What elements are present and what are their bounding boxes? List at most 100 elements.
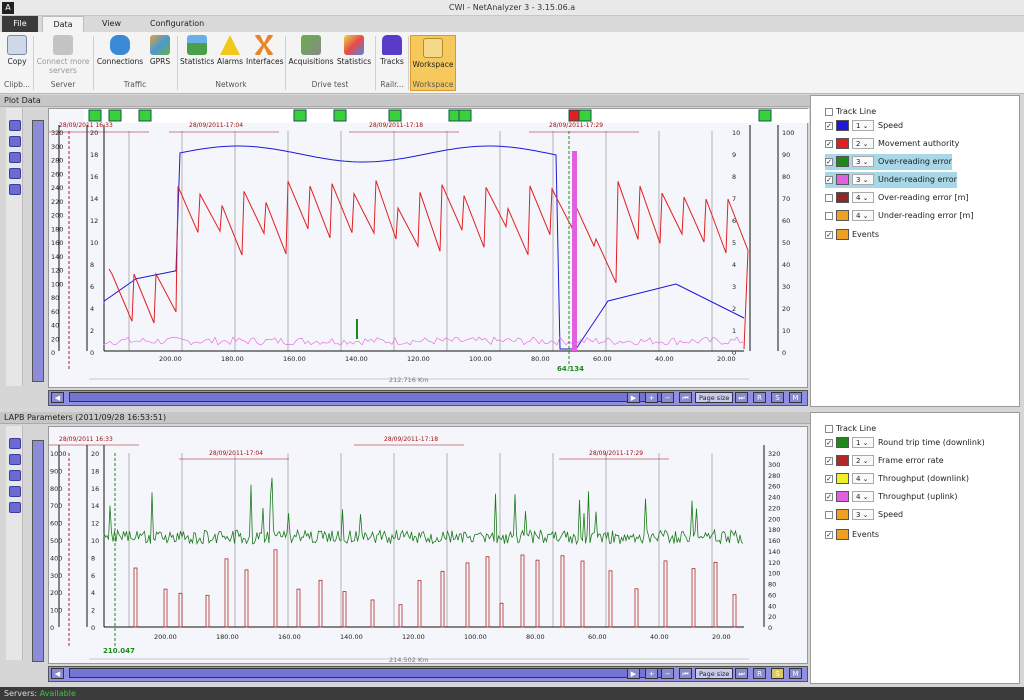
legend-color-swatch[interactable]: [836, 120, 849, 131]
legend-item[interactable]: 4 ⌄ Under-reading error [m]: [825, 208, 973, 224]
legend-item-checkbox[interactable]: ✓: [825, 438, 833, 447]
line-width-select[interactable]: 3 ⌄: [852, 174, 874, 185]
legend-item-checkbox[interactable]: [825, 211, 833, 220]
plot2-scroll-thumb[interactable]: [69, 668, 669, 678]
page-size-button[interactable]: Page size: [695, 392, 734, 403]
copy-button[interactable]: Copy: [3, 35, 31, 77]
events-checkbox[interactable]: ✓: [825, 230, 833, 239]
first-page-button[interactable]: ⏮: [679, 668, 692, 679]
tools-button[interactable]: [9, 152, 21, 163]
legend-item[interactable]: ✓ 2 ⌄ Movement authority: [825, 136, 959, 152]
zoom-button[interactable]: [9, 454, 21, 465]
zoom-in-button[interactable]: +: [645, 392, 658, 403]
settings-button[interactable]: [9, 184, 21, 195]
connect-more-servers-button[interactable]: Connect more servers: [36, 35, 90, 77]
legend-color-swatch[interactable]: [836, 138, 849, 149]
legend-item-checkbox[interactable]: ✓: [825, 139, 833, 148]
track-line-checkbox[interactable]: [825, 107, 833, 116]
line-width-select[interactable]: 1 ⌄: [852, 437, 874, 448]
legend-events[interactable]: ✓ Events: [825, 527, 879, 543]
scroll-right-button[interactable]: ▶: [627, 668, 640, 679]
gprs-button[interactable]: GPRS: [146, 35, 174, 77]
legend-events[interactable]: ✓ Events: [825, 227, 879, 243]
legend-item-checkbox[interactable]: ✓: [825, 474, 833, 483]
legend-item-checkbox[interactable]: ✓: [825, 456, 833, 465]
legend-color-swatch[interactable]: [836, 192, 849, 203]
plot2-vertical-scrollbar[interactable]: [32, 440, 44, 662]
first-page-button[interactable]: ⏮: [679, 392, 692, 403]
list-button[interactable]: [9, 168, 21, 179]
scroll-right-button[interactable]: ▶: [627, 392, 640, 403]
legend-item[interactable]: ✓ 4 ⌄ Throughput (uplink): [825, 489, 958, 505]
tab-data[interactable]: Data: [42, 16, 84, 32]
scroll-left-button[interactable]: ◀: [51, 392, 64, 403]
legend-item-checkbox[interactable]: ✓: [825, 492, 833, 501]
axis-button[interactable]: [9, 120, 21, 131]
legend-item[interactable]: ✓ 1 ⌄ Round trip time (downlink): [825, 435, 985, 451]
zoom-in-button[interactable]: +: [645, 668, 658, 679]
legend-color-swatch[interactable]: [836, 509, 849, 520]
line-width-select[interactable]: 3 ⌄: [852, 509, 874, 520]
legend-item-checkbox[interactable]: ✓: [825, 157, 833, 166]
tab-file[interactable]: File: [2, 16, 38, 32]
legend-item[interactable]: ✓ 1 ⌄ Speed: [825, 118, 903, 134]
last-page-button[interactable]: ⏭: [735, 668, 748, 679]
line-width-select[interactable]: 4 ⌄: [852, 491, 874, 502]
reset-button[interactable]: R: [753, 392, 766, 403]
page-size-button[interactable]: Page size: [695, 668, 734, 679]
legend-item[interactable]: 3 ⌄ Speed: [825, 507, 903, 523]
settings-button[interactable]: [9, 502, 21, 513]
x-tick-label: 180.00: [216, 633, 239, 641]
tab-view[interactable]: View: [92, 16, 131, 32]
line-width-select[interactable]: 2 ⌄: [852, 138, 874, 149]
tab-configuration[interactable]: Configuration: [140, 16, 214, 32]
legend-item[interactable]: ✓ 2 ⌄ Frame error rate: [825, 453, 944, 469]
tools-button[interactable]: [9, 470, 21, 481]
drive-test-statistics-button[interactable]: Statistics: [336, 35, 372, 77]
legend-color-swatch[interactable]: [836, 455, 849, 466]
sync-button[interactable]: S: [771, 392, 784, 403]
line-width-select[interactable]: 4 ⌄: [852, 473, 874, 484]
legend-item-checkbox[interactable]: [825, 193, 833, 202]
line-width-select[interactable]: 3 ⌄: [852, 156, 874, 167]
legend-item-checkbox[interactable]: ✓: [825, 175, 833, 184]
legend-item-checkbox[interactable]: ✓: [825, 121, 833, 130]
line-width-select[interactable]: 4 ⌄: [852, 210, 874, 221]
events-checkbox[interactable]: ✓: [825, 530, 833, 539]
zoom-out-button[interactable]: −: [661, 668, 674, 679]
plot1-scroll-thumb[interactable]: [69, 392, 669, 402]
line-width-select[interactable]: 1 ⌄: [852, 120, 874, 131]
menu-button[interactable]: M: [789, 668, 802, 679]
line-width-select[interactable]: 4 ⌄: [852, 192, 874, 203]
legend-color-swatch[interactable]: [836, 437, 849, 448]
legend-color-swatch[interactable]: [836, 174, 849, 185]
interfaces-icon: [254, 35, 274, 55]
zoom-button[interactable]: [9, 136, 21, 147]
menu-button[interactable]: M: [789, 392, 802, 403]
acquisitions-button[interactable]: Acquisitions: [288, 35, 334, 77]
legend-item[interactable]: ✓ 3 ⌄ Under-reading error: [825, 172, 957, 188]
legend-item-checkbox[interactable]: [825, 510, 833, 519]
legend-color-swatch[interactable]: [836, 156, 849, 167]
legend-item[interactable]: 4 ⌄ Over-reading error [m]: [825, 190, 969, 206]
legend-item[interactable]: ✓ 4 ⌄ Throughput (downlink): [825, 471, 969, 487]
interfaces-button[interactable]: Interfaces: [246, 35, 284, 77]
legend-color-swatch[interactable]: [836, 491, 849, 502]
zoom-out-button[interactable]: −: [661, 392, 674, 403]
tracks-button[interactable]: Tracks: [378, 35, 406, 77]
network-statistics-button[interactable]: Statistics: [180, 35, 214, 77]
legend-color-swatch[interactable]: [836, 473, 849, 484]
plot1-vertical-scrollbar[interactable]: [32, 120, 44, 382]
sync-button[interactable]: S: [771, 668, 784, 679]
connections-button[interactable]: Connections: [96, 35, 144, 77]
last-page-button[interactable]: ⏭: [735, 392, 748, 403]
reset-button[interactable]: R: [753, 668, 766, 679]
legend-item[interactable]: ✓ 3 ⌄ Over-reading error: [825, 154, 952, 170]
scroll-left-button[interactable]: ◀: [51, 668, 64, 679]
legend-color-swatch[interactable]: [836, 210, 849, 221]
list-button[interactable]: [9, 486, 21, 497]
track-line-checkbox[interactable]: [825, 424, 833, 433]
line-width-select[interactable]: 2 ⌄: [852, 455, 874, 466]
alarms-button[interactable]: Alarms: [216, 35, 244, 77]
axis-button[interactable]: [9, 438, 21, 449]
